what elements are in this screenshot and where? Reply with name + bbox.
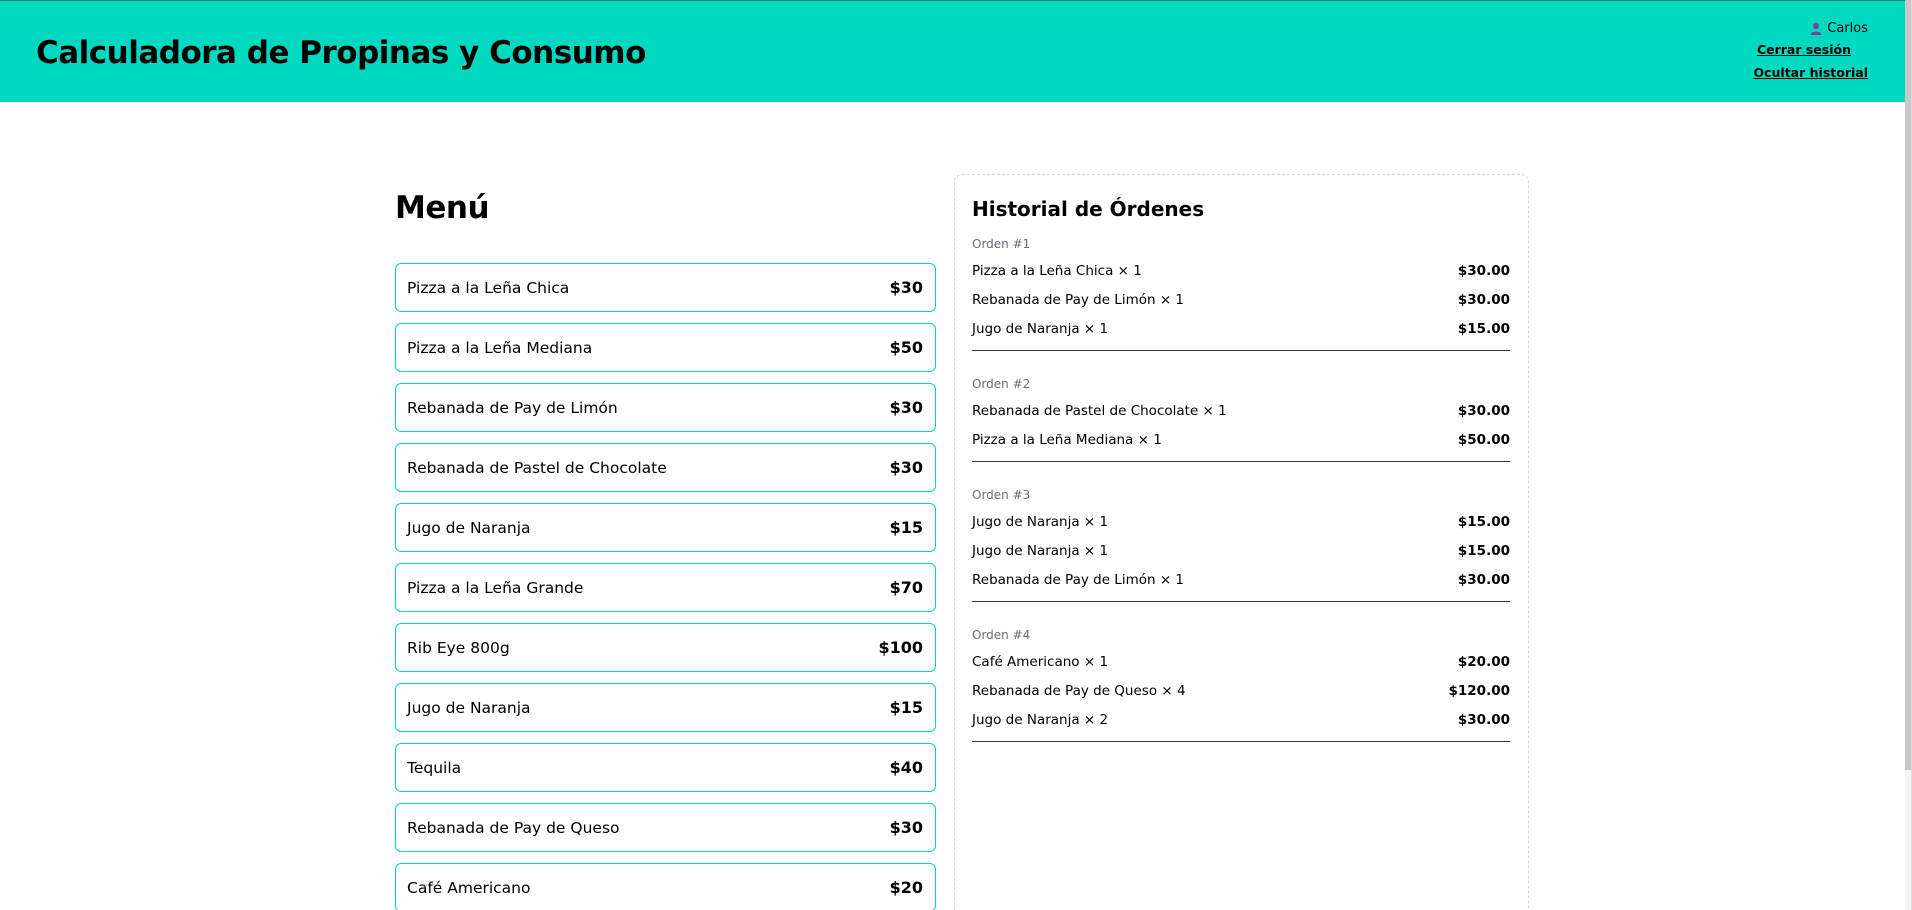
menu-item-price: $20 (889, 878, 923, 897)
order-line-item: Jugo de Naranja × 1 (972, 542, 1109, 559)
menu-item-price: $30 (889, 398, 923, 417)
menu-item-name: Café Americano (407, 878, 531, 897)
menu-item-name: Tequila (407, 758, 462, 777)
order-line: Jugo de Naranja × 1 $15.00 (972, 314, 1510, 343)
order-block: Orden #1 Pizza a la Leña Chica × 1 $30.00 R… (972, 235, 1510, 351)
user-info: Carlos (1809, 21, 1868, 36)
order-line: Jugo de Naranja × 2 $30.00 (972, 705, 1510, 734)
logout-link[interactable]: Cerrar sesión (1757, 42, 1851, 57)
order-label: Orden #2 (972, 377, 1031, 391)
menu-item-name: Rebanada de Pastel de Chocolate (407, 458, 667, 477)
order-line-item: Rebanada de Pay de Limón × 1 (972, 571, 1185, 588)
order-line-item: Jugo de Naranja × 1 (972, 513, 1109, 530)
menu-item-price: $30 (889, 818, 923, 837)
order-line: Rebanada de Pay de Queso × 4 $120.00 (972, 676, 1510, 705)
menu-item[interactable]: Café Americano $20 (395, 863, 936, 910)
toggle-history-link[interactable]: Ocultar historial (1753, 65, 1868, 80)
order-line: Rebanada de Pay de Limón × 1 $30.00 (972, 285, 1510, 314)
menu-item-price: $70 (889, 578, 923, 597)
menu-item[interactable]: Tequila $40 (395, 743, 936, 792)
order-label: Orden #3 (972, 488, 1031, 502)
app-page: Calculadora de Propinas y Consumo Carlos… (0, 0, 1912, 910)
order-line-amount: $120.00 (1448, 682, 1511, 699)
menu-item-name: Rib Eye 800g (407, 638, 510, 657)
menu-item[interactable]: Jugo de Naranja $15 (395, 503, 936, 552)
menu-item-price: $40 (889, 758, 923, 777)
menu-item[interactable]: Rebanada de Pastel de Chocolate $30 (395, 443, 936, 492)
order-line-item: Jugo de Naranja × 2 (972, 711, 1109, 728)
user-icon (1809, 22, 1823, 36)
order-block: Orden #4 Café Americano × 1 $20.00 Rebanada… (972, 626, 1510, 742)
scrollbar-thumb[interactable] (1905, 0, 1911, 770)
order-line: Café Americano × 1 $20.00 (972, 647, 1510, 676)
order-line-amount: $30.00 (1457, 711, 1510, 728)
menu-item-price: $15 (889, 698, 923, 717)
order-block: Orden #2 Rebanada de Pastel de Chocolate … (972, 375, 1510, 462)
order-line-amount: $15.00 (1457, 320, 1510, 337)
order-line-item: Rebanada de Pastel de Chocolate × 1 (972, 402, 1227, 419)
order-line-item: Pizza a la Leña Chica × 1 (972, 262, 1142, 279)
order-line-item: Pizza a la Leña Mediana × 1 (972, 431, 1162, 448)
app-header: Calculadora de Propinas y Consumo Carlos… (0, 0, 1906, 102)
order-line-amount: $30.00 (1457, 402, 1510, 419)
menu-item[interactable]: Rebanada de Pay de Limón $30 (395, 383, 936, 432)
menu-item-price: $15 (889, 518, 923, 537)
menu-item-price: $30 (889, 278, 923, 297)
order-line-amount: $30.00 (1457, 262, 1510, 279)
menu-title: Menú (395, 190, 490, 226)
app-title: Calculadora de Propinas y Consumo (36, 35, 646, 71)
order-line: Jugo de Naranja × 1 $15.00 (972, 507, 1510, 536)
order-line: Jugo de Naranja × 1 $15.00 (972, 536, 1510, 565)
order-line-item: Rebanada de Pay de Limón × 1 (972, 291, 1185, 308)
menu-item-name: Jugo de Naranja (407, 518, 531, 537)
menu-item-name: Pizza a la Leña Grande (407, 578, 584, 597)
order-line-amount: $50.00 (1457, 431, 1510, 448)
menu-item-price: $50 (889, 338, 923, 357)
menu-item-name: Rebanada de Pay de Queso (407, 818, 620, 837)
page-scrollbar[interactable] (1905, 0, 1911, 910)
order-line-amount: $15.00 (1457, 513, 1510, 530)
order-history-panel: Historial de Órdenes Orden #1 Pizza a la … (954, 174, 1529, 910)
history-title: Historial de Órdenes (972, 197, 1205, 221)
menu-list: Pizza a la Leña Chica $30 Pizza a la Leña … (395, 263, 936, 910)
menu-item[interactable]: Pizza a la Leña Grande $70 (395, 563, 936, 612)
menu-item[interactable]: Rib Eye 800g $100 (395, 623, 936, 672)
order-line-amount: $30.00 (1457, 291, 1510, 308)
menu-item[interactable]: Rebanada de Pay de Queso $30 (395, 803, 936, 852)
order-line-amount: $15.00 (1457, 542, 1510, 559)
menu-item[interactable]: Pizza a la Leña Chica $30 (395, 263, 936, 312)
order-block: Orden #3 Jugo de Naranja × 1 $15.00 Jugo de… (972, 486, 1510, 602)
order-line-item: Rebanada de Pay de Queso × 4 (972, 682, 1186, 699)
menu-item[interactable]: Jugo de Naranja $15 (395, 683, 936, 732)
order-line: Rebanada de Pastel de Chocolate × 1 $30.0… (972, 396, 1510, 425)
order-label: Orden #4 (972, 628, 1031, 642)
order-line-item: Café Americano × 1 (972, 653, 1109, 670)
order-line-amount: $30.00 (1457, 571, 1510, 588)
menu-section: Menú Pizza a la Leña Chica $30 Pizza a la … (395, 190, 936, 910)
orders-list: Orden #1 Pizza a la Leña Chica × 1 $30.00 R… (972, 235, 1510, 742)
menu-item-name: Jugo de Naranja (407, 698, 531, 717)
menu-item-name: Pizza a la Leña Mediana (407, 338, 593, 357)
order-line: Rebanada de Pay de Limón × 1 $30.00 (972, 565, 1510, 594)
menu-item-name: Pizza a la Leña Chica (407, 278, 570, 297)
user-name: Carlos (1827, 21, 1868, 36)
menu-item[interactable]: Pizza a la Leña Mediana $50 (395, 323, 936, 372)
order-line-item: Jugo de Naranja × 1 (972, 320, 1109, 337)
order-line-amount: $20.00 (1457, 653, 1510, 670)
order-label: Orden #1 (972, 237, 1031, 251)
order-line: Pizza a la Leña Chica × 1 $30.00 (972, 256, 1510, 285)
menu-item-name: Rebanada de Pay de Limón (407, 398, 618, 417)
menu-item-price: $100 (878, 638, 923, 657)
menu-item-price: $30 (889, 458, 923, 477)
order-line: Pizza a la Leña Mediana × 1 $50.00 (972, 425, 1510, 454)
